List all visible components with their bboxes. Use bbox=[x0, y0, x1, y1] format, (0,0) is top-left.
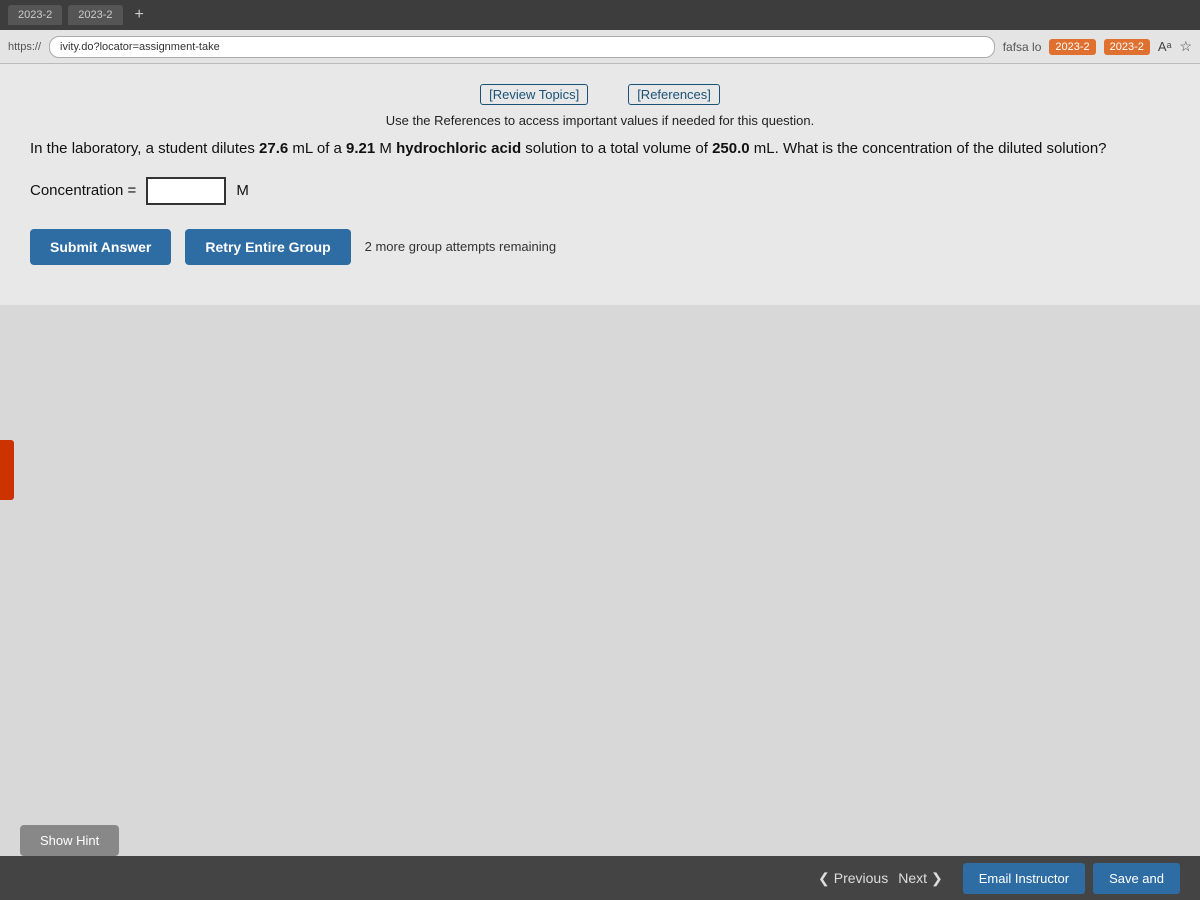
chevron-left-icon: ❮ bbox=[818, 870, 830, 887]
side-decoration bbox=[0, 440, 14, 500]
chevron-right-icon: ❯ bbox=[931, 870, 943, 887]
attempts-remaining-text: 2 more group attempts remaining bbox=[365, 239, 556, 254]
q-text-4: solution to a total volume of bbox=[521, 140, 712, 157]
q-text-1: In the laboratory, a student dilutes bbox=[30, 140, 259, 157]
top-links-row: [Review Topics] [References] bbox=[30, 84, 1170, 105]
unit-label: M bbox=[236, 182, 249, 199]
q-text-2: mL of a bbox=[288, 140, 346, 157]
retry-entire-group-button[interactable]: Retry Entire Group bbox=[185, 229, 350, 265]
address-bar-row: https:// fafsa lo 2023-2 2023-2 Aᵃ ☆ bbox=[0, 30, 1200, 64]
instructions-text: Use the References to access important v… bbox=[30, 113, 1170, 128]
q-text-3: M bbox=[375, 140, 396, 157]
prev-next-nav: ❮ Previous Next ❯ bbox=[818, 870, 943, 887]
concentration-label: Concentration = bbox=[30, 182, 136, 199]
fafsa-link[interactable]: fafsa lo bbox=[1003, 40, 1042, 54]
buttons-row: Submit Answer Retry Entire Group 2 more … bbox=[30, 229, 1170, 265]
tab-2-label: 2023-2 bbox=[78, 9, 112, 21]
email-instructor-button[interactable]: Email Instructor bbox=[963, 863, 1085, 894]
next-label: Next bbox=[898, 870, 927, 886]
tab-year-2[interactable]: 2023-2 bbox=[1104, 39, 1150, 55]
next-button[interactable]: Next ❯ bbox=[898, 870, 943, 887]
tab-year-1[interactable]: 2023-2 bbox=[1049, 39, 1095, 55]
q-bold-acid: hydrochloric acid bbox=[396, 140, 521, 157]
tab-1[interactable]: 2023-2 bbox=[8, 5, 62, 25]
browser-tabs-bar: 2023-2 2023-2 + bbox=[0, 0, 1200, 30]
q-bold-total-vol: 250.0 bbox=[712, 140, 750, 157]
new-tab-button[interactable]: + bbox=[129, 6, 150, 24]
tab-1-label: 2023-2 bbox=[18, 9, 52, 21]
concentration-row: Concentration = M bbox=[30, 177, 1170, 205]
submit-answer-button[interactable]: Submit Answer bbox=[30, 229, 171, 265]
show-hint-button[interactable]: Show Hint bbox=[20, 825, 119, 856]
browser-top-icons: fafsa lo 2023-2 2023-2 Aᵃ ☆ bbox=[1003, 38, 1192, 55]
q-bold-volume: 27.6 bbox=[259, 140, 288, 157]
url-https: https:// bbox=[8, 41, 41, 53]
save-and-button[interactable]: Save and bbox=[1093, 863, 1180, 894]
action-buttons: Email Instructor Save and bbox=[963, 863, 1180, 894]
concentration-input[interactable] bbox=[146, 177, 226, 205]
previous-button[interactable]: ❮ Previous bbox=[818, 870, 888, 887]
show-hint-area: Show Hint bbox=[20, 825, 119, 856]
tab-2[interactable]: 2023-2 bbox=[68, 5, 122, 25]
question-paragraph: In the laboratory, a student dilutes 27.… bbox=[30, 138, 1170, 161]
main-content-area: [Review Topics] [References] Use the Ref… bbox=[0, 64, 1200, 864]
references-link[interactable]: [References] bbox=[628, 84, 720, 105]
previous-label: Previous bbox=[834, 870, 888, 886]
q-text-5: mL. What is the concentration of the dil… bbox=[750, 140, 1107, 157]
bottom-bar: ❮ Previous Next ❯ Email Instructor Save … bbox=[0, 856, 1200, 900]
font-size-icon[interactable]: Aᵃ bbox=[1158, 39, 1172, 54]
settings-icon[interactable]: ☆ bbox=[1179, 38, 1192, 55]
question-content-box: [Review Topics] [References] Use the Ref… bbox=[0, 64, 1200, 305]
q-bold-molarity: 9.21 bbox=[346, 140, 375, 157]
address-input[interactable] bbox=[49, 36, 995, 58]
review-topics-link[interactable]: [Review Topics] bbox=[480, 84, 588, 105]
